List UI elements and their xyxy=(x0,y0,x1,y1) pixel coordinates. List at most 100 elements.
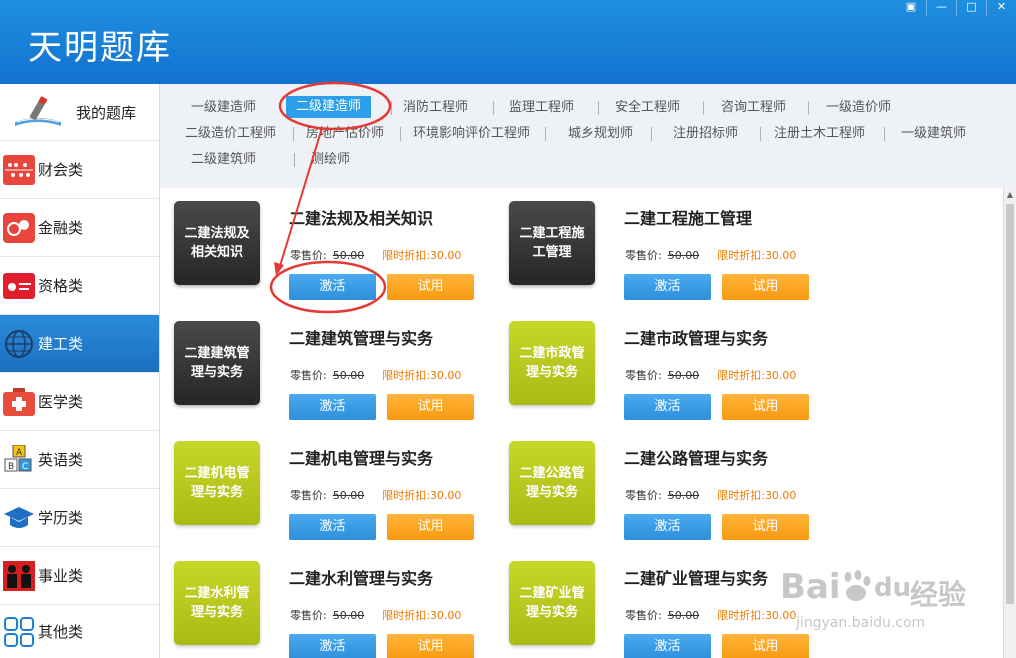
product-cover[interactable]: 二建公路管理与实务 xyxy=(509,441,595,525)
product-card: 二建机电管理与实务 二建机电管理与实务 零售价: 50.00 限时折扣:30.00 … xyxy=(174,441,504,551)
watermark-brand-2: du xyxy=(874,573,912,603)
tab-separator xyxy=(703,101,704,115)
pencil-book-icon xyxy=(8,96,68,127)
trial-button[interactable]: 试用 xyxy=(387,634,474,658)
maximize-icon[interactable]: □ xyxy=(956,0,986,16)
scroll-up-icon[interactable]: ▲ xyxy=(1004,188,1016,202)
activate-button[interactable]: 激活 xyxy=(289,394,376,420)
sidebar-item-jiangong[interactable]: 建工类 xyxy=(0,315,159,373)
activate-button[interactable]: 激活 xyxy=(624,274,711,300)
price-row: 零售价: 50.00 限时折扣:30.00 xyxy=(625,247,796,263)
product-cover[interactable]: 二建水利管理与实务 xyxy=(174,561,260,645)
sidebar-item-label: 事业类 xyxy=(38,567,84,585)
activate-button[interactable]: 激活 xyxy=(624,514,711,540)
tab-chengxiang[interactable]: 城乡规划师 xyxy=(568,123,633,145)
product-title[interactable]: 二建公路管理与实务 xyxy=(624,445,768,469)
tab-jianli[interactable]: 监理工程师 xyxy=(509,97,574,119)
product-card: 二建建筑管理与实务 二建建筑管理与实务 零售价: 50.00 限时折扣:30.00 … xyxy=(174,321,504,431)
tab-zhaobiao[interactable]: 注册招标师 xyxy=(673,123,738,145)
sidebar-item-label: 资格类 xyxy=(38,277,84,295)
product-title[interactable]: 二建法规及相关知识 xyxy=(289,205,433,229)
sidebar-item-jinrong[interactable]: 金融类 xyxy=(0,199,159,257)
tab-erjijianzaoshi[interactable]: 二级建造师 xyxy=(286,96,372,118)
retail-label: 零售价: xyxy=(625,249,662,262)
retail-label: 零售价: xyxy=(625,369,662,382)
price-row: 零售价: 50.00 限时折扣:30.00 xyxy=(625,607,796,623)
activate-button[interactable]: 激活 xyxy=(624,634,711,658)
sidebar-item-xueli[interactable]: 学历类 xyxy=(0,489,159,547)
globe-icon xyxy=(2,329,36,359)
trial-button[interactable]: 试用 xyxy=(387,514,474,540)
tab-zixun[interactable]: 咨询工程师 xyxy=(721,97,786,119)
price-row: 零售价: 50.00 限时折扣:30.00 xyxy=(625,367,796,383)
tab-yijijianzhu[interactable]: 一级建筑师 xyxy=(901,123,966,145)
sidebar-item-caikuai[interactable]: 财会类 xyxy=(0,141,159,199)
trial-button[interactable]: 试用 xyxy=(387,394,474,420)
tab-fangdichan[interactable]: 房地产估价师 xyxy=(306,123,384,145)
product-cover[interactable]: 二建建筑管理与实务 xyxy=(174,321,260,405)
price-row: 零售价: 50.00 限时折扣:30.00 xyxy=(290,487,461,503)
watermark-cn: 经验 xyxy=(910,578,967,611)
sidebar-item-zige[interactable]: 资格类 xyxy=(0,257,159,315)
product-cover[interactable]: 二建矿业管理与实务 xyxy=(509,561,595,645)
discount-price: 30.00 xyxy=(429,489,462,502)
product-cover[interactable]: 二建市政管理与实务 xyxy=(509,321,595,405)
product-card: 二建工程施工管理 二建工程施工管理 零售价: 50.00 限时折扣:30.00 激活… xyxy=(509,201,839,311)
app-header: 天明题库 ▣ — □ ✕ xyxy=(0,0,1016,84)
scroll-thumb[interactable] xyxy=(1006,204,1014,604)
trial-button[interactable]: 试用 xyxy=(722,274,809,300)
sidebar-item-shiye[interactable]: 事业类 xyxy=(0,547,159,605)
tab-anquan[interactable]: 安全工程师 xyxy=(615,97,680,119)
svg-text:B: B xyxy=(8,462,14,472)
discount-label: 限时折扣: xyxy=(717,249,765,262)
product-title[interactable]: 二建工程施工管理 xyxy=(624,205,752,229)
retail-label: 零售价: xyxy=(290,609,327,622)
tab-cehui[interactable]: 测绘师 xyxy=(311,149,350,171)
tab-erjizaojia[interactable]: 二级造价工程师 xyxy=(185,123,276,145)
window-controls: ▣ — □ ✕ xyxy=(896,0,1016,16)
sidebar-item-yingyu[interactable]: A B C 英语类 xyxy=(0,431,159,489)
retail-price: 50.00 xyxy=(332,609,365,622)
activate-button[interactable]: 激活 xyxy=(289,274,376,300)
tab-xiaofang[interactable]: 消防工程师 xyxy=(403,97,468,119)
tab-separator xyxy=(651,127,652,141)
tab-erjijianzhu[interactable]: 二级建筑师 xyxy=(191,149,256,171)
minimize-icon[interactable]: — xyxy=(926,0,956,16)
skin-icon[interactable]: ▣ xyxy=(896,0,926,16)
tab-tumu[interactable]: 注册土木工程师 xyxy=(774,123,865,145)
tab-yijizaojia[interactable]: 一级造价师 xyxy=(826,97,891,119)
watermark-url: jingyan.baidu.com xyxy=(796,615,926,631)
product-title[interactable]: 二建市政管理与实务 xyxy=(624,325,768,349)
close-icon[interactable]: ✕ xyxy=(986,0,1016,16)
discount-label: 限时折扣: xyxy=(717,609,765,622)
sidebar-item-yixue[interactable]: 医学类 xyxy=(0,373,159,431)
discount-label: 限时折扣: xyxy=(382,369,430,382)
trial-button[interactable]: 试用 xyxy=(722,514,809,540)
tab-huanping[interactable]: 环境影响评价工程师 xyxy=(413,123,530,145)
vertical-scrollbar[interactable]: ▲ xyxy=(1003,188,1016,658)
product-title[interactable]: 二建矿业管理与实务 xyxy=(624,565,768,589)
sidebar-item-label: 财会类 xyxy=(38,161,84,179)
people-icon xyxy=(2,560,36,591)
product-title[interactable]: 二建建筑管理与实务 xyxy=(289,325,433,349)
trial-button[interactable]: 试用 xyxy=(722,394,809,420)
sidebar-item-mytiku[interactable]: 我的题库 xyxy=(0,84,159,141)
product-cover[interactable]: 二建法规及相关知识 xyxy=(174,201,260,285)
activate-button[interactable]: 激活 xyxy=(624,394,711,420)
product-cover[interactable]: 二建工程施工管理 xyxy=(509,201,595,285)
sidebar-item-label: 医学类 xyxy=(38,393,84,411)
retail-label: 零售价: xyxy=(290,249,327,262)
discount-label: 限时折扣: xyxy=(382,489,430,502)
product-cover[interactable]: 二建机电管理与实务 xyxy=(174,441,260,525)
tab-yijijianzaoshi[interactable]: 一级建造师 xyxy=(191,97,256,119)
sidebar-item-qita[interactable]: 其他类 xyxy=(0,605,159,658)
trial-button[interactable]: 试用 xyxy=(387,274,474,300)
product-title[interactable]: 二建机电管理与实务 xyxy=(289,445,433,469)
price-row: 零售价: 50.00 限时折扣:30.00 xyxy=(290,367,461,383)
tab-separator xyxy=(400,127,401,141)
product-title[interactable]: 二建水利管理与实务 xyxy=(289,565,433,589)
activate-button[interactable]: 激活 xyxy=(289,514,376,540)
product-card: 二建法规及相关知识 二建法规及相关知识 零售价: 50.00 限时折扣:30.00 … xyxy=(174,201,504,311)
tab-separator xyxy=(884,127,885,141)
activate-button[interactable]: 激活 xyxy=(289,634,376,658)
